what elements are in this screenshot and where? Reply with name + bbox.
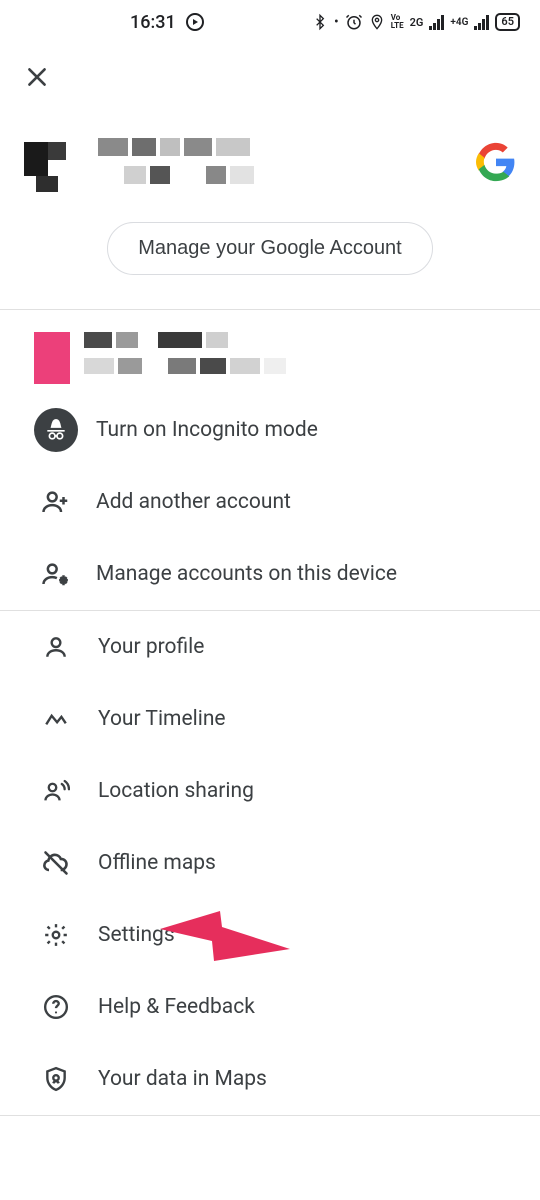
signal-icon-1 (429, 14, 444, 30)
secondary-account-name-redacted (84, 332, 286, 384)
location-sharing-item[interactable]: Location sharing (0, 755, 540, 827)
secondary-account-avatar (34, 332, 70, 384)
manage-accounts-icon (34, 552, 78, 596)
location-sharing-label: Location sharing (98, 779, 254, 803)
help-label: Help & Feedback (98, 995, 255, 1019)
add-account-icon (34, 480, 78, 524)
add-account-label: Add another account (96, 490, 291, 514)
help-icon (40, 985, 72, 1029)
settings-label: Settings (98, 923, 175, 947)
offline-maps-item[interactable]: Offline maps (0, 827, 540, 899)
volte-icon: VoLTE (391, 14, 404, 30)
secondary-account-row[interactable] (0, 310, 540, 394)
manage-accounts-item[interactable]: Manage accounts on this device (0, 538, 540, 610)
account-avatar (24, 138, 84, 198)
incognito-item[interactable]: Turn on Incognito mode (0, 394, 540, 466)
status-bar: 16:31 • VoLTE 2G +4G 65 (0, 0, 540, 44)
status-icons: • VoLTE 2G +4G 65 (312, 13, 520, 31)
account-name-redacted (98, 138, 476, 194)
profile-label: Your profile (98, 635, 204, 659)
add-account-item[interactable]: Add another account (0, 466, 540, 538)
timeline-icon (40, 697, 72, 741)
media-indicator-icon (186, 13, 204, 31)
manage-accounts-label: Manage accounts on this device (96, 562, 397, 586)
bluetooth-icon (312, 13, 328, 31)
signal-icon-2 (474, 14, 489, 30)
network-4g: +4G (450, 17, 468, 28)
help-item[interactable]: Help & Feedback (0, 971, 540, 1043)
network-2g: 2G (410, 16, 424, 29)
offline-maps-icon (40, 841, 72, 885)
your-data-label: Your data in Maps (98, 1067, 267, 1091)
battery-icon: 65 (495, 13, 520, 31)
profile-icon (40, 625, 72, 669)
location-icon (369, 13, 385, 31)
google-logo-icon (476, 142, 516, 182)
privacy-shield-icon (40, 1057, 72, 1101)
incognito-icon (34, 408, 78, 452)
alarm-icon (345, 13, 363, 31)
profile-item[interactable]: Your profile (0, 611, 540, 683)
location-sharing-icon (40, 769, 72, 813)
timeline-label: Your Timeline (98, 707, 226, 731)
primary-account-row[interactable] (0, 104, 540, 216)
settings-item[interactable]: Settings (0, 899, 540, 971)
your-data-item[interactable]: Your data in Maps (0, 1043, 540, 1115)
close-button[interactable] (22, 62, 52, 92)
timeline-item[interactable]: Your Timeline (0, 683, 540, 755)
gear-icon (40, 913, 72, 957)
offline-maps-label: Offline maps (98, 851, 216, 875)
status-time: 16:31 (130, 12, 176, 33)
manage-google-account-button[interactable]: Manage your Google Account (107, 222, 433, 275)
close-icon (24, 64, 50, 90)
incognito-label: Turn on Incognito mode (96, 418, 318, 442)
divider (0, 1115, 540, 1116)
